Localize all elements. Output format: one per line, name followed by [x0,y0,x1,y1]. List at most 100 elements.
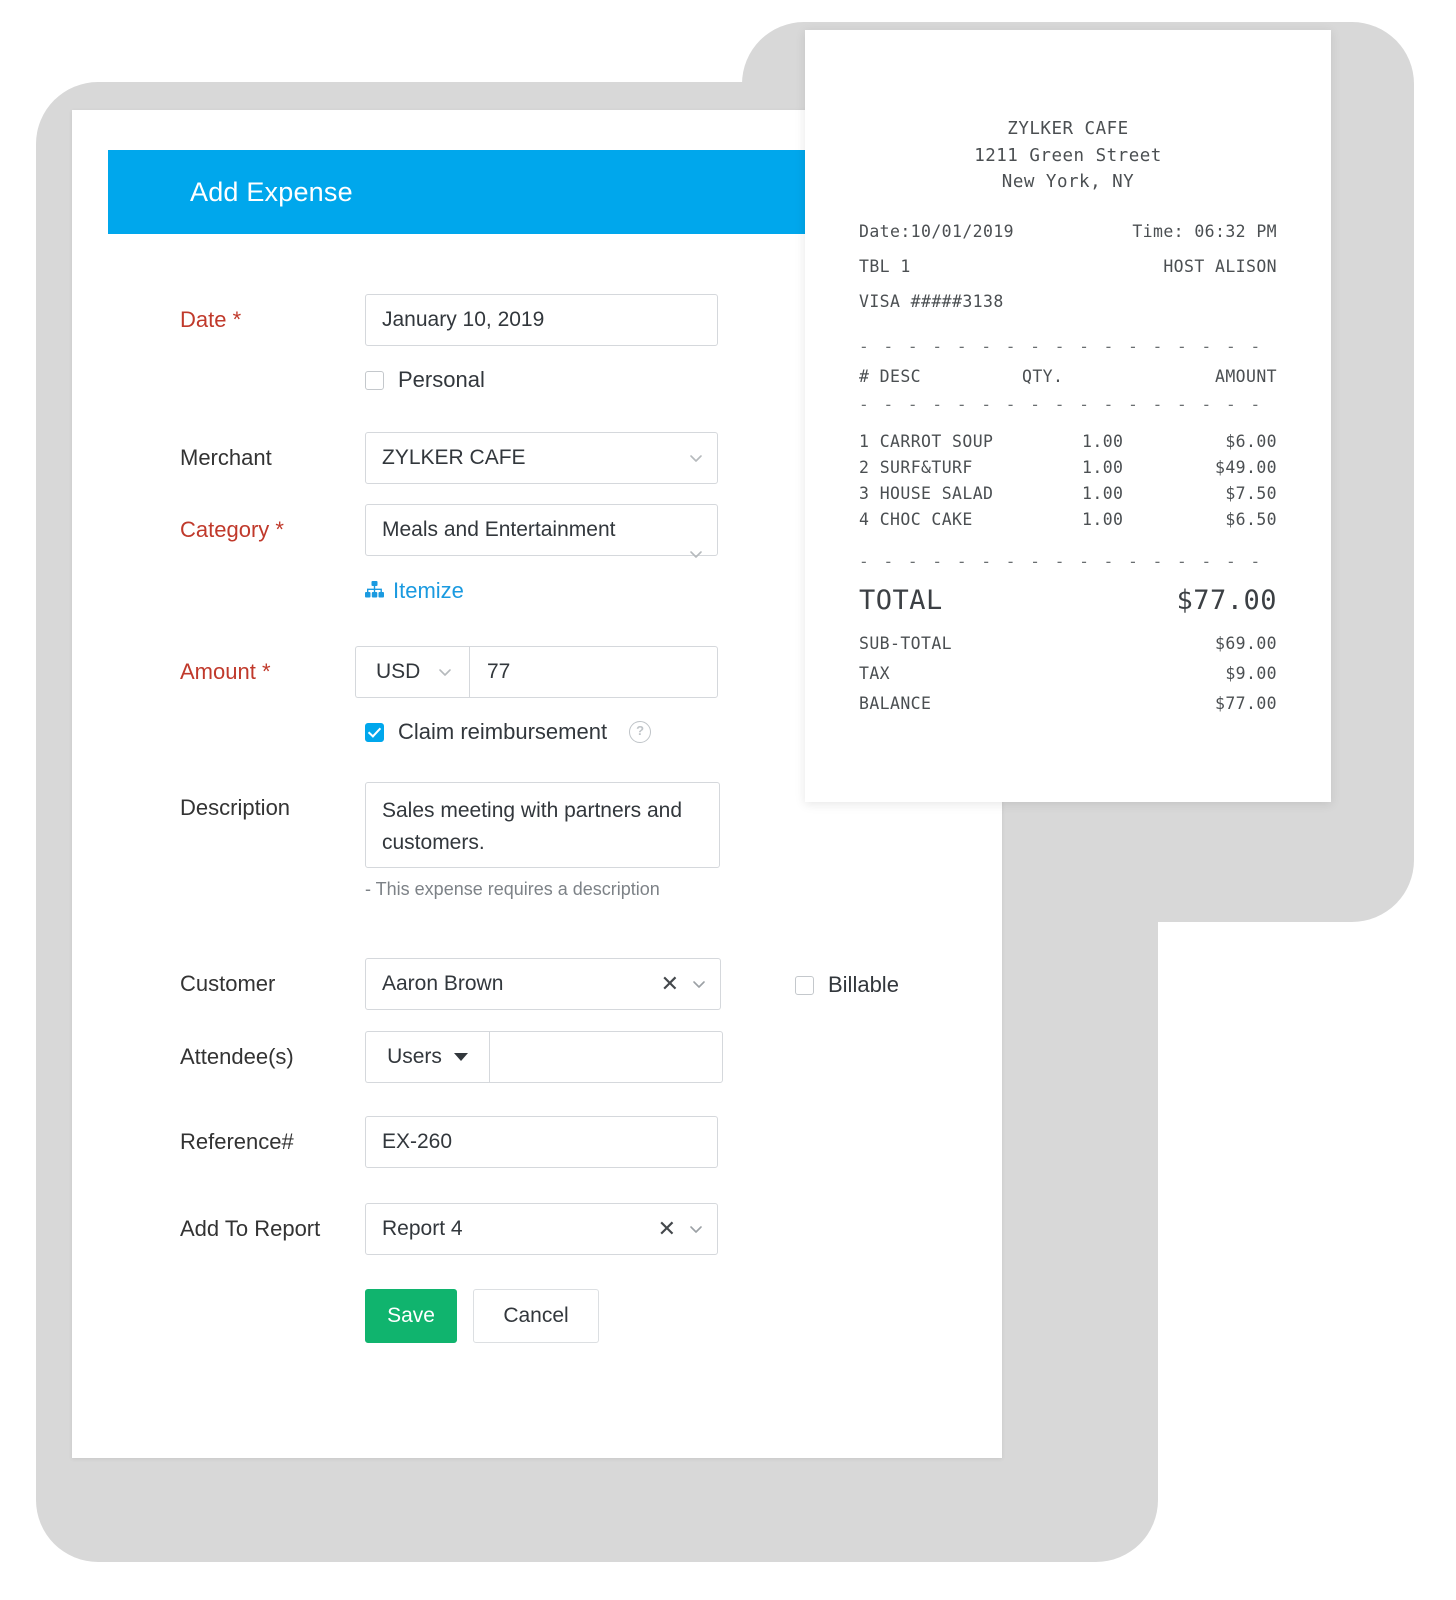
item-qty: 1.00 [1082,483,1124,503]
item-qty: 1.00 [1082,509,1124,529]
receipt-address-line2: New York, NY [1001,172,1135,193]
description-textarea[interactable]: Sales meeting with partners and customer… [365,782,720,868]
table-row: 1 CARROT SOUP 1.00 $6.00 [859,428,1277,454]
billable-checkbox[interactable] [795,975,814,995]
field-row-reference: Reference# EX-260 [180,1116,718,1168]
field-row-category: Category * Meals and Entertainment Itemi… [180,504,718,604]
help-icon[interactable]: ? [629,721,652,743]
description-hint: - This expense requires a description [365,879,660,899]
field-row-customer: Customer Aaron Brown ✕ Billable [180,958,899,1010]
chevron-down-icon [688,546,704,562]
item-qty: 1.00 [1082,431,1124,451]
category-select[interactable]: Meals and Entertainment [365,504,718,558]
item-desc: 4 CHOC CAKE [859,509,973,529]
form-actions: Save Cancel [365,1289,599,1343]
label-date: Date * [180,307,242,332]
receipt-card-number: VISA #####3138 [859,291,1004,311]
currency-select[interactable]: USD [355,646,469,698]
claim-reimbursement-label: Claim reimbursement [398,719,608,744]
customer-select[interactable]: Aaron Brown ✕ [365,958,721,1010]
claim-reimbursement-row[interactable]: Claim reimbursement ? [365,719,718,745]
receipt-divider-total: - - - - - - - - - - - - - - - - - - - - … [859,552,1277,572]
table-row: 4 CHOC CAKE 1.00 $6.50 [859,506,1277,532]
category-value: Meals and Entertainment [382,518,616,541]
billable-label: Billable [828,972,899,997]
item-amount: $49.00 [1214,457,1277,477]
field-row-report: Add To Report Report 4 ✕ [180,1203,718,1255]
report-select[interactable]: Report 4 ✕ [365,1203,718,1255]
receipt-table-host-row: TBL 1 HOST ALISON [859,257,1277,276]
column-header-desc: # DESC [859,367,922,387]
receipt-address-line1: 1211 Green Street [974,145,1162,166]
attendees-type-select[interactable]: Users [365,1031,489,1083]
claim-reimbursement-checkbox[interactable] [365,722,384,742]
chevron-down-icon [688,450,704,466]
receipt-total-value: $77.00 [1176,585,1277,617]
summary-value: $9.00 [1225,664,1277,684]
receipt-divider-header: - - - - - - - - - - - - - - - - - - - - … [859,395,1277,415]
item-amount: $6.00 [1225,431,1277,451]
save-button[interactable]: Save [365,1289,457,1343]
date-value: January 10, 2019 [382,308,545,331]
receipt-summary: SUB-TOTAL $69.00 TAX $9.00 BALANCE $77.0… [859,634,1277,713]
field-row-description: Description Sales meeting with partners … [180,782,720,900]
summary-row: BALANCE $77.00 [859,694,1277,713]
item-desc: 3 HOUSE SALAD [859,483,994,503]
summary-label: SUB-TOTAL [859,634,953,654]
table-row: 3 HOUSE SALAD 1.00 $7.50 [859,480,1277,506]
hierarchy-icon [365,578,384,604]
receipt-store-name: ZYLKER CAFE [1007,119,1129,139]
field-row-attendees: Attendee(s) Users [180,1031,723,1083]
label-description: Description [180,795,291,820]
attendees-input-group: Users [365,1031,723,1083]
column-header-amount: AMOUNT [1214,367,1277,387]
receipt-datetime-row: Date:10/01/2019 Time: 06:32 PM [859,222,1277,241]
amount-value: 77 [487,660,511,683]
amount-input-group: USD 77 [355,646,718,698]
item-amount: $7.50 [1225,483,1277,503]
receipt-time: Time: 06:32 PM [1132,221,1277,241]
summary-row: SUB-TOTAL $69.00 [859,634,1277,653]
itemize-link[interactable]: Itemize [365,578,718,604]
page-title: Add Expense [190,176,353,207]
billable-checkbox-row[interactable]: Billable [795,972,899,998]
item-amount: $6.50 [1225,509,1277,529]
amount-input[interactable]: 77 [469,646,718,698]
chevron-down-icon [437,664,453,680]
receipt-body: ZYLKER CAFE 1211 Green Street New York, … [805,30,1331,713]
receipt-table: TBL 1 [859,256,911,276]
receipt-divider-top: - - - - - - - - - - - - - - - - - - - - … [859,336,1277,356]
summary-value: $69.00 [1214,634,1277,654]
label-customer: Customer [180,971,276,996]
label-add-to-report: Add To Report [180,1216,321,1241]
screenshot-stage: Add Expense Date * January 10, 2019 Pers… [0,0,1456,1600]
label-amount: Amount * [180,659,271,684]
summary-value: $77.00 [1214,694,1277,714]
merchant-select[interactable]: ZYLKER CAFE [365,432,718,484]
personal-checkbox[interactable] [365,370,384,390]
item-desc: 1 CARROT SOUP [859,431,994,451]
label-merchant: Merchant [180,445,272,470]
receipt-items-table: # DESC QTY. AMOUNT [859,364,1277,394]
itemize-label: Itemize [393,578,464,603]
receipt-total-row: TOTAL $77.00 [859,585,1277,616]
report-value: Report 4 [382,1217,463,1240]
personal-checkbox-row[interactable]: Personal [365,367,718,393]
date-input[interactable]: January 10, 2019 [365,294,718,346]
reference-value: EX-260 [382,1130,453,1153]
chevron-down-icon [688,1221,704,1237]
item-qty: 1.00 [1082,457,1124,477]
currency-value: USD [376,660,421,683]
receipt-date: Date:10/01/2019 [859,221,1015,241]
label-reference: Reference# [180,1129,294,1154]
personal-checkbox-label: Personal [398,367,485,392]
field-row-date: Date * January 10, 2019 Personal [180,294,718,393]
receipt-card-row: VISA #####3138 [859,292,1277,311]
attendees-input[interactable] [489,1031,723,1083]
reference-input[interactable]: EX-260 [365,1116,718,1168]
close-icon[interactable]: ✕ [658,1218,676,1240]
cancel-button[interactable]: Cancel [473,1289,599,1343]
close-icon[interactable]: ✕ [661,973,679,995]
attendees-type-value: Users [387,1045,442,1068]
label-category: Category * [180,517,284,542]
